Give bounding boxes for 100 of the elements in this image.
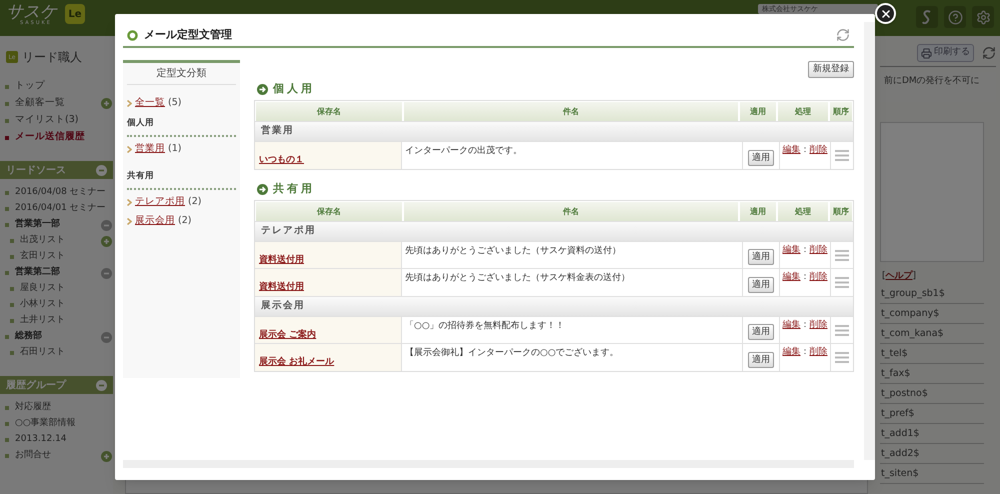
sidebar-item[interactable]: 屋良リスト [20,282,65,296]
delete-link[interactable]: 削除 [810,319,828,343]
template-link[interactable]: 資料送付用 [259,282,304,292]
chevron-icon [127,100,132,107]
sidebar-item[interactable]: 石田リスト [20,346,65,360]
separator: ： [800,319,810,332]
table-cell: 【展示会御礼】インターパークの○○でございます。 [402,344,743,371]
count: (2) [178,214,192,228]
logo[interactable]: サスケ [6,4,57,21]
apply-button[interactable]: 適用 [748,352,774,368]
refresh-icon[interactable] [836,28,850,42]
sidebar-item[interactable]: 営業第一部 [15,218,60,232]
nav-item[interactable]: メール送信履歴 [15,130,85,145]
sidebar-item[interactable]: 2016/04/01 セミナー [15,202,106,216]
group-row: 営業用 [255,121,853,142]
sidebar-item[interactable]: 小林リスト [20,298,65,312]
category-link[interactable]: 展示会用 [135,214,175,228]
help-icon[interactable] [944,6,966,28]
category-link[interactable]: 営業用 [135,142,165,156]
minus-icon[interactable] [96,380,107,390]
table-cell: 先頃はありがとうございました（サスケ資料の送付） [402,242,743,268]
edit-link[interactable]: 編集 [782,346,800,371]
template-link[interactable]: 展示会 ご案内 [259,330,316,340]
help-link[interactable]: ヘルプ [886,270,913,284]
template-link[interactable]: 展示会 お礼メール [259,357,334,367]
column-header: 処理 [778,102,828,121]
new-button[interactable]: 新規登録 [808,61,854,78]
column-header: 件名 [404,202,738,221]
nav-item[interactable]: マイリスト(3) [15,113,78,128]
minus-icon[interactable] [101,332,112,342]
sidebar-item[interactable]: 出茂リスト [20,234,65,248]
sidebar-item[interactable]: 営業第二部 [15,266,60,280]
sidebar-item[interactable]: 対応履歴 [15,401,51,415]
column-header: 順序 [830,202,852,221]
variable-cell: t_tel$ [880,344,984,364]
settings-icon[interactable] [972,6,994,28]
chevron-icon [127,218,132,225]
edit-link[interactable]: 編集 [782,244,800,268]
group-row: テレアポ用 [255,221,853,242]
drag-handle-icon[interactable] [835,351,849,364]
sidebar-item[interactable]: 総務部 [15,330,42,344]
plus-icon[interactable] [101,98,112,109]
category-link[interactable]: テレアポ用 [135,195,185,210]
template-link[interactable]: いつもの１ [259,155,304,165]
apply-button[interactable]: 適用 [748,277,774,293]
close-icon [880,8,892,20]
sidebar-item[interactable]: 土井リスト [20,314,65,328]
edit-link[interactable]: 編集 [782,271,800,296]
separator: ： [800,346,810,359]
logo-icon[interactable] [916,6,938,28]
bullet-icon [10,239,14,243]
drag-handle-icon[interactable] [835,276,849,289]
sidebar-item[interactable]: ○○事業部情報 [15,417,76,431]
variable-cell: t_postno$ [880,384,984,404]
category-link[interactable]: 全一覧 [135,96,165,110]
bullet-icon [5,84,9,88]
template-link[interactable]: 資料送付用 [259,255,304,265]
plus-icon[interactable] [101,236,112,246]
chevron-icon [127,146,132,153]
apply-button[interactable]: 適用 [748,249,774,265]
minus-icon[interactable] [96,164,107,176]
drag-handle-icon[interactable] [835,324,849,336]
nav-item[interactable]: 全顧客一覧 [15,96,65,111]
sidebar-item[interactable]: 2016/04/08 セミナー [15,186,106,200]
count: (5) [168,96,182,110]
vertical-scrollbar[interactable] [864,22,875,460]
bullet-icon [5,207,9,211]
delete-link[interactable]: 削除 [810,144,828,169]
drag-handle-icon[interactable] [835,248,849,262]
apply-button[interactable]: 適用 [748,324,774,340]
nav-item[interactable]: トップ [15,79,45,94]
chevron-icon [127,198,132,206]
app-badge[interactable]: Le [65,4,85,24]
refresh-icon[interactable] [982,46,996,60]
delete-link[interactable]: 削除 [810,244,828,268]
column-header: 処理 [778,202,828,221]
plus-icon[interactable] [101,450,112,462]
edit-link[interactable]: 編集 [782,144,800,169]
sidebar-item[interactable]: お問合せ [15,449,51,463]
table-cell: インターパークの出茂です。 [402,142,743,169]
variable-cell: t_pref$ [880,404,984,424]
category-group-title: 共有用 [127,170,236,190]
sidebar-item[interactable]: 玄田リスト [20,250,65,264]
panel-title: 定型文分類 [127,63,236,85]
minus-icon[interactable] [101,268,112,278]
bullet-icon [5,438,9,442]
sidebar-item[interactable]: 2013.12.14 [15,433,67,447]
delete-link[interactable]: 削除 [810,271,828,296]
bullet-icon [10,351,14,355]
minus-icon[interactable] [101,220,112,230]
section-header[interactable]: リードソース [0,161,113,179]
bullet-icon [10,303,14,307]
delete-link[interactable]: 削除 [810,346,828,371]
separator: ： [800,271,810,284]
section-header[interactable]: 履歴グループ [0,376,113,394]
edit-link[interactable]: 編集 [782,319,800,343]
bullet-icon [10,287,14,291]
drag-handle-icon[interactable] [835,149,849,162]
apply-button[interactable]: 適用 [748,150,774,166]
print-button[interactable]: 印刷する [917,44,974,62]
